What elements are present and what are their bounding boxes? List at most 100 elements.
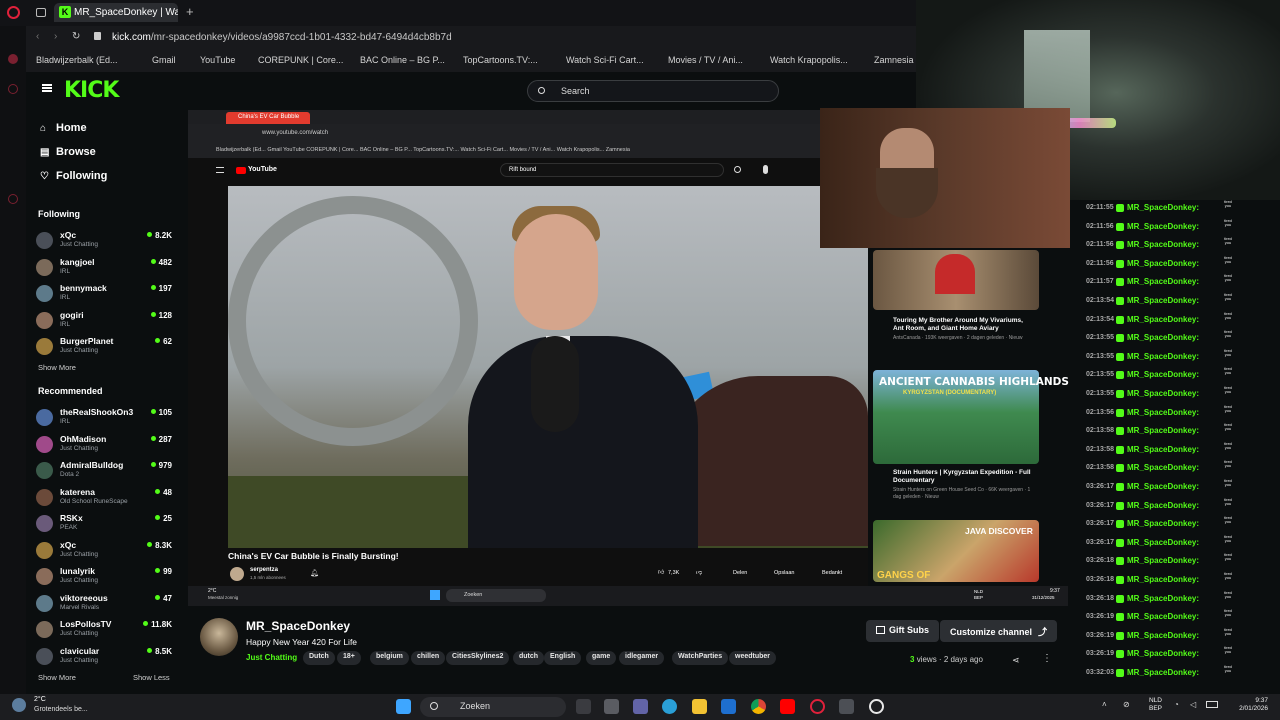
sidebar-app-icon[interactable]: [8, 194, 18, 204]
file-explorer-icon[interactable]: [692, 699, 707, 714]
gaming-icon[interactable]: [869, 699, 884, 714]
taskbar-search[interactable]: Zoeken: [420, 697, 566, 717]
edge-icon[interactable]: [662, 699, 677, 714]
customize-channel-button[interactable]: Customize channel ⤴: [940, 620, 1058, 642]
tag-chip[interactable]: Dutch: [303, 651, 335, 665]
chat-username[interactable]: MR_SpaceDonkey:: [1127, 668, 1199, 677]
bookmark-item[interactable]: Watch Sci-Fi Cart...: [566, 55, 644, 65]
nav-home[interactable]: ⌂ Home: [40, 122, 87, 134]
channel-avatar[interactable]: [200, 618, 238, 656]
bookmark-item[interactable]: Gmail: [152, 55, 176, 65]
chat-username[interactable]: MR_SpaceDonkey:: [1127, 426, 1199, 435]
nav-following[interactable]: ♡ Following: [40, 170, 107, 182]
recommended-channel[interactable]: theRealShookOn3 IRL 105: [36, 407, 172, 431]
tag-chip[interactable]: English: [544, 651, 582, 665]
new-tab-button[interactable]: +: [186, 4, 194, 19]
tag-chip[interactable]: chillen: [411, 651, 446, 665]
language-indicator[interactable]: NLD BEP: [1146, 697, 1162, 713]
following-channel[interactable]: BurgerPlanet Just Chatting 62: [36, 336, 172, 360]
tag-chip[interactable]: weedtuber: [729, 651, 777, 665]
recommended-channel[interactable]: clavicular Just Chatting 8.5K: [36, 646, 172, 670]
recommended-channel[interactable]: OhMadison Just Chatting 287: [36, 434, 172, 458]
chat-username[interactable]: MR_SpaceDonkey:: [1127, 519, 1199, 528]
opera-logo-icon[interactable]: [7, 6, 20, 19]
url-field[interactable]: kick.com/mr-spacedonkey/videos/a9987ccd-…: [112, 32, 452, 43]
outlook-icon[interactable]: [721, 699, 736, 714]
search-input[interactable]: Search: [527, 80, 779, 102]
recommended-channel[interactable]: xQc Just Chatting 8.3K: [36, 540, 172, 564]
recommended-channel[interactable]: lunalyrik Just Chatting 99: [36, 566, 172, 590]
bookmark-item[interactable]: Bladwijzerbalk (Ed...: [36, 55, 118, 65]
recommended-channel[interactable]: AdmiralBulldog Dota 2 979: [36, 460, 172, 484]
stream-category[interactable]: Just Chatting: [246, 653, 297, 662]
recommended-channel[interactable]: LosPollosTV Just Chatting 11.8K: [36, 619, 172, 643]
opera-icon[interactable]: [810, 699, 825, 714]
bookmark-item[interactable]: Watch Krapopolis...: [770, 55, 848, 65]
bookmark-item[interactable]: Movies / TV / Ani...: [668, 55, 743, 65]
windows-start-icon[interactable]: [396, 699, 411, 714]
tag-chip[interactable]: idlegamer: [619, 651, 665, 665]
chat-username[interactable]: MR_SpaceDonkey:: [1127, 240, 1199, 249]
channel-name[interactable]: MR_SpaceDonkey: [246, 619, 350, 633]
following-channel[interactable]: xQc Just Chatting 8.2K: [36, 230, 172, 254]
chat-username[interactable]: MR_SpaceDonkey:: [1127, 333, 1199, 342]
bookmark-item[interactable]: YouTube: [200, 55, 235, 65]
chat-username[interactable]: MR_SpaceDonkey:: [1127, 315, 1199, 324]
gift-subs-button[interactable]: Gift Subs: [866, 620, 939, 642]
tag-chip[interactable]: CitiesSkylines2: [446, 651, 510, 665]
clock[interactable]: 9:37 2/01/2026: [1220, 697, 1268, 713]
back-icon[interactable]: ‹: [36, 31, 39, 42]
chrome-icon[interactable]: [751, 699, 766, 714]
share-icon[interactable]: ⋖: [1012, 655, 1020, 666]
chat-username[interactable]: MR_SpaceDonkey:: [1127, 631, 1199, 640]
chat-username[interactable]: MR_SpaceDonkey:: [1127, 649, 1199, 658]
more-options-icon[interactable]: ⋮: [1042, 653, 1052, 664]
tag-chip[interactable]: belgium: [370, 651, 409, 665]
tag-chip[interactable]: game: [586, 651, 617, 665]
chat-username[interactable]: MR_SpaceDonkey:: [1127, 556, 1199, 565]
chat-username[interactable]: MR_SpaceDonkey:: [1127, 389, 1199, 398]
chat-username[interactable]: MR_SpaceDonkey:: [1127, 463, 1199, 472]
task-view-icon[interactable]: [576, 699, 591, 714]
battery-icon[interactable]: [1206, 701, 1218, 708]
tag-chip[interactable]: dutch: [513, 651, 545, 665]
chat-username[interactable]: MR_SpaceDonkey:: [1127, 259, 1199, 268]
tray-network-icon[interactable]: ⊘: [1123, 700, 1130, 709]
bookmark-item[interactable]: Zamnesia: [874, 55, 914, 65]
chat-username[interactable]: MR_SpaceDonkey:: [1127, 445, 1199, 454]
volume-icon[interactable]: ◁: [1190, 700, 1196, 709]
bookmark-item[interactable]: BAC Online – BG P...: [360, 55, 445, 65]
chat-username[interactable]: MR_SpaceDonkey:: [1127, 501, 1199, 510]
chat-username[interactable]: MR_SpaceDonkey:: [1127, 575, 1199, 584]
sidebar-app-icon[interactable]: [8, 84, 18, 94]
bookmark-item[interactable]: COREPUNK | Core...: [258, 55, 343, 65]
tray-chevron-icon[interactable]: ˄: [1102, 700, 1107, 709]
kick-logo[interactable]: KICK: [64, 78, 119, 103]
calculator-icon[interactable]: [604, 699, 619, 714]
sidebar-app-icon[interactable]: [8, 54, 18, 64]
tab-active[interactable]: K MR_SpaceDonkey | Wa: [54, 3, 178, 22]
chat-username[interactable]: MR_SpaceDonkey:: [1127, 408, 1199, 417]
show-less-link[interactable]: Show Less: [133, 673, 170, 682]
following-channel[interactable]: gogiri IRL 128: [36, 310, 172, 334]
chat-username[interactable]: MR_SpaceDonkey:: [1127, 482, 1199, 491]
chat-username[interactable]: MR_SpaceDonkey:: [1127, 203, 1199, 212]
teams-icon[interactable]: [633, 699, 648, 714]
youtube-icon[interactable]: [780, 699, 795, 714]
chat-username[interactable]: MR_SpaceDonkey:: [1127, 352, 1199, 361]
workspaces-icon[interactable]: [36, 8, 46, 17]
chat-username[interactable]: MR_SpaceDonkey:: [1127, 538, 1199, 547]
show-more-link[interactable]: Show More: [38, 363, 76, 372]
show-more-link-2[interactable]: Show More: [38, 673, 76, 682]
wifi-icon[interactable]: ◔: [1174, 700, 1179, 709]
chat-username[interactable]: MR_SpaceDonkey:: [1127, 612, 1199, 621]
chat-username[interactable]: MR_SpaceDonkey:: [1127, 277, 1199, 286]
chat-username[interactable]: MR_SpaceDonkey:: [1127, 370, 1199, 379]
tag-chip[interactable]: WatchParties: [672, 651, 729, 665]
bookmark-item[interactable]: TopCartoons.TV:...: [463, 55, 538, 65]
following-channel[interactable]: kangjoel IRL 482: [36, 257, 172, 281]
forward-icon[interactable]: ›: [54, 31, 57, 42]
chat-username[interactable]: MR_SpaceDonkey:: [1127, 222, 1199, 231]
tag-chip[interactable]: 18+: [337, 651, 361, 665]
calc-app-icon[interactable]: [839, 699, 854, 714]
